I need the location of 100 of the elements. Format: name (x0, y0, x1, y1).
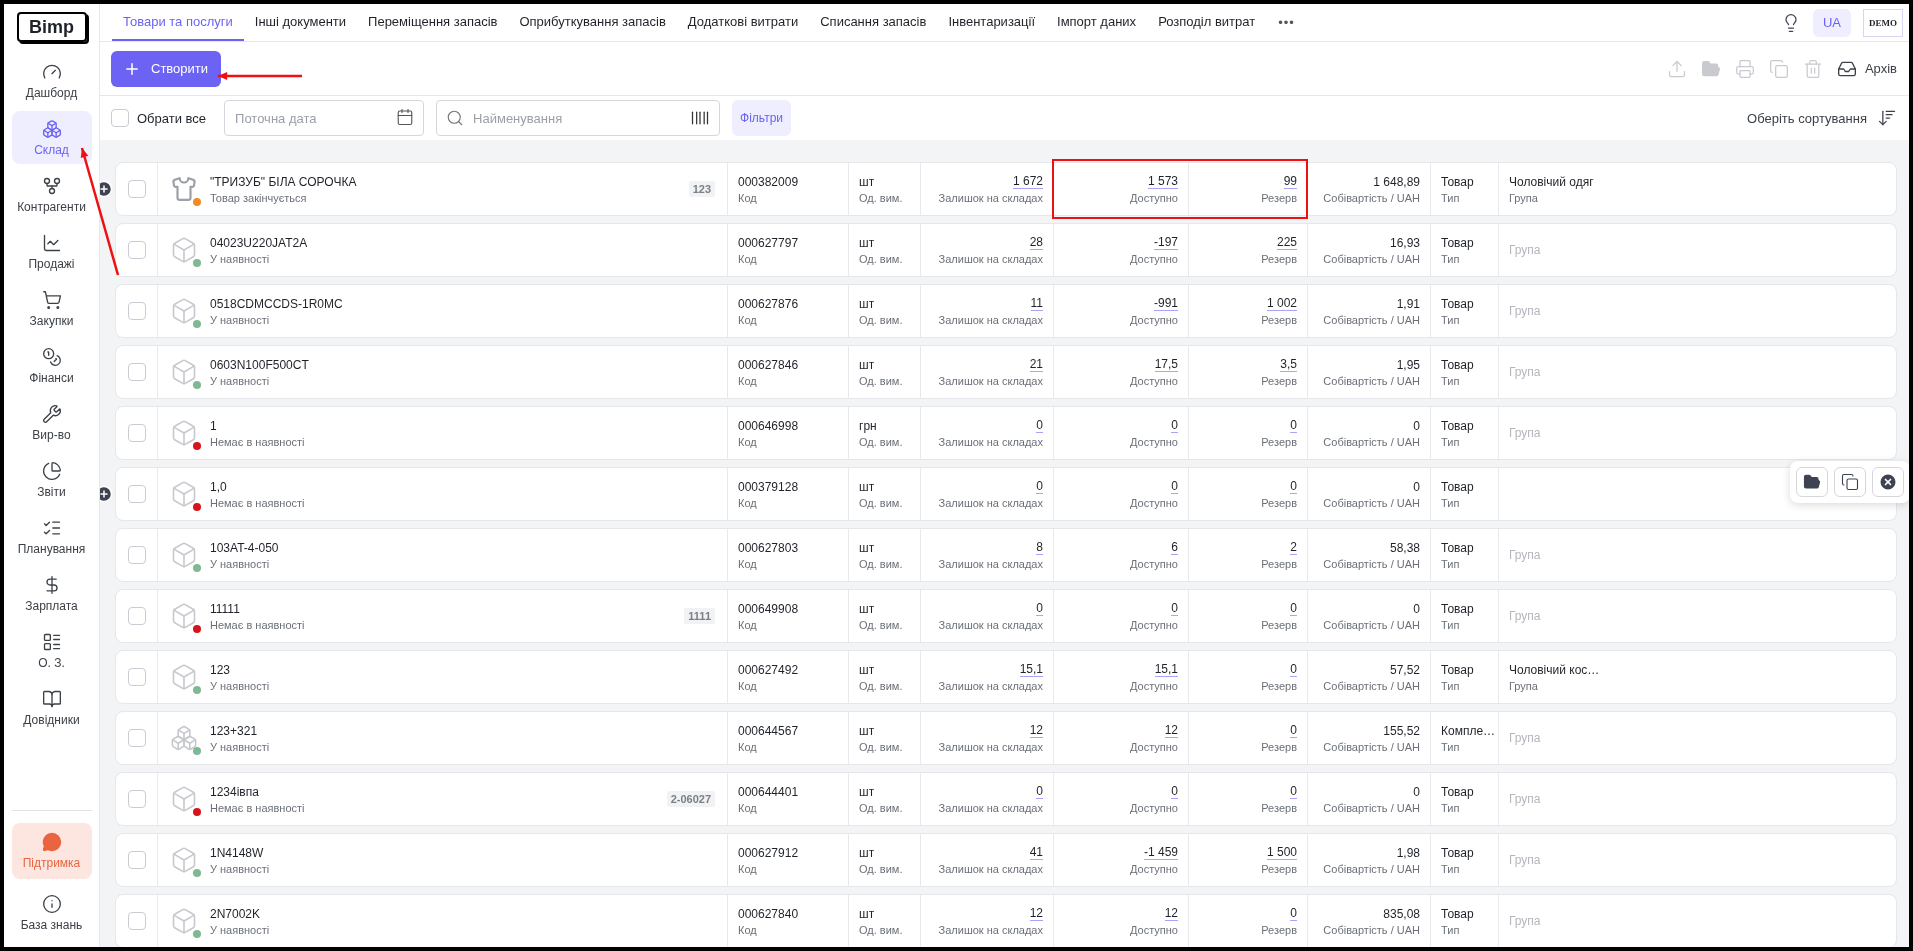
stock-value[interactable]: 0 (1036, 784, 1043, 799)
reserve-value[interactable]: 0 (1290, 601, 1297, 616)
tab[interactable]: Товари та послуги (112, 4, 244, 41)
checkbox[interactable] (127, 668, 146, 686)
sort-button[interactable]: Оберіть сортування (1747, 108, 1897, 128)
more-tabs-button[interactable]: ••• (1266, 4, 1307, 41)
product-row[interactable]: 1N4148W У наявності 000627912 Код шт Од. вим. 41 Залишок на складах -1 459 Доступно 1 500 Резерв 1,98 Собівартість / UAH Товар Тип Група (115, 833, 1897, 887)
reserve-value[interactable]: 0 (1290, 418, 1297, 433)
product-row[interactable]: 2N7002K У наявності 000627840 Код шт Од. вим. 12 Залишок на складах 12 Доступно 0 Резерв 835,08 Собівартість / UAH Товар Тип Група (115, 894, 1897, 947)
checkbox[interactable] (127, 912, 146, 930)
checkbox[interactable] (127, 790, 146, 808)
filters-button[interactable]: Фільтри (732, 100, 792, 136)
checkbox[interactable] (111, 109, 129, 127)
checkbox[interactable] (127, 302, 146, 320)
available-value[interactable]: 6 (1171, 540, 1178, 555)
expand-button[interactable] (100, 180, 113, 198)
upload-button[interactable] (1666, 58, 1687, 79)
create-button[interactable]: Створити (111, 50, 221, 87)
product-row[interactable]: 103AT-4-050 У наявності 000627803 Код шт Од. вим. 8 Залишок на складах 6 Доступно 2 Резерв 58,38 Собівартість / UAH Товар Тип Група (115, 528, 1897, 582)
sidebar-item[interactable]: Зарплата (11, 567, 92, 620)
reserve-value[interactable]: 0 (1290, 906, 1297, 921)
language-button[interactable]: UA (1813, 8, 1851, 37)
tab[interactable]: Розподіл витрат (1147, 4, 1267, 41)
reserve-value[interactable]: 1 500 (1266, 845, 1297, 860)
reserve-value[interactable]: 0 (1290, 723, 1297, 738)
search-field[interactable]: Найменування (436, 100, 721, 136)
tab[interactable]: Переміщення запасів (357, 4, 509, 41)
reserve-value[interactable]: 99 (1283, 174, 1297, 189)
archive-button[interactable]: Архів (1836, 58, 1897, 79)
sidebar-item[interactable]: Вир-во (11, 396, 92, 449)
tab[interactable]: Інвентаризації (937, 4, 1047, 41)
available-value[interactable]: 0 (1171, 601, 1178, 616)
folder-button[interactable] (1700, 58, 1721, 79)
date-field[interactable]: Поточна дата (224, 100, 425, 136)
checkbox[interactable] (127, 851, 146, 869)
print-button[interactable] (1734, 58, 1755, 79)
sidebar-item[interactable]: Продажі (11, 225, 92, 278)
checkbox[interactable] (127, 607, 146, 625)
stock-value[interactable]: 21 (1029, 357, 1043, 372)
tab[interactable]: Додаткові витрати (676, 4, 810, 41)
sidebar-item[interactable]: Дашборд (11, 54, 92, 107)
checkbox[interactable] (127, 729, 146, 747)
product-row[interactable]: 0603N100F500CT У наявності 000627846 Код шт Од. вим. 21 Залишок на складах 17,5 Доступно 3,5 Резерв 1,95 Собівартість / UAH Товар Тип Група (115, 345, 1897, 399)
stock-value[interactable]: 1 672 (1012, 174, 1043, 189)
stock-value[interactable]: 12 (1029, 723, 1043, 738)
reserve-value[interactable]: 225 (1276, 235, 1297, 250)
checkbox[interactable] (127, 180, 146, 198)
available-value[interactable]: 0 (1171, 418, 1178, 433)
reserve-value[interactable]: 0 (1290, 662, 1297, 677)
sidebar-item[interactable]: Планування (11, 510, 92, 563)
available-value[interactable]: -991 (1153, 296, 1178, 311)
open-folder-button[interactable] (1796, 467, 1828, 497)
checkbox[interactable] (127, 241, 146, 259)
sidebar-item[interactable]: Довідники (11, 681, 92, 734)
sidebar-item[interactable]: Контрагенти (11, 168, 92, 221)
available-value[interactable]: -197 (1153, 235, 1178, 250)
stock-value[interactable]: 0 (1036, 601, 1043, 616)
sidebar-item[interactable]: Склад (11, 111, 92, 164)
reserve-value[interactable]: 0 (1290, 784, 1297, 799)
delete-button[interactable] (1802, 58, 1823, 79)
product-row[interactable]: 0518CDMCCDS-1R0MC У наявності 000627876 Код шт Од. вим. 11 Залишок на складах -991 Доступно 1 002 Резерв 1,91 Собівартість / UAH Товар Тип Група (115, 284, 1897, 338)
available-value[interactable]: 12 (1164, 723, 1178, 738)
sidebar-item[interactable]: Звіти (11, 453, 92, 506)
available-value[interactable]: 12 (1164, 906, 1178, 921)
account-logo[interactable]: DEMO (1863, 8, 1903, 37)
product-row[interactable]: 04023U220JAT2A У наявності 000627797 Код шт Од. вим. 28 Залишок на складах -197 Доступно 225 Резерв 16,93 Собівартість / UAH Товар Тип Група (115, 223, 1897, 277)
reserve-value[interactable]: 1 002 (1266, 296, 1297, 311)
expand-button[interactable] (100, 485, 113, 503)
available-value[interactable]: -1 459 (1143, 845, 1178, 860)
checkbox[interactable] (127, 424, 146, 442)
tab[interactable]: Списання запасів (809, 4, 938, 41)
available-value[interactable]: 0 (1171, 784, 1178, 799)
sidebar-item[interactable]: Закупки (11, 282, 92, 335)
stock-value[interactable]: 15,1 (1019, 662, 1043, 677)
product-row[interactable]: 1234івпа Немає в наявності 2-06027 000644401 Код шт Од. вим. 0 Залишок на складах 0 Доступно 0 Резерв 0 Собівартість / UAH Товар Тип Група (115, 772, 1897, 826)
tab[interactable]: Оприбуткування запасів (508, 4, 677, 41)
reserve-value[interactable]: 2 (1290, 540, 1297, 555)
available-value[interactable]: 15,1 (1154, 662, 1178, 677)
checkbox[interactable] (127, 485, 146, 503)
product-row[interactable]: 123 У наявності 000627492 Код шт Од. вим. 15,1 Залишок на складах 15,1 Доступно 0 Резерв 57,52 Собівартість / UAH Товар Тип Чоловічий кос… Група (115, 650, 1897, 704)
copy-button[interactable] (1834, 467, 1866, 497)
tab[interactable]: Інші документи (243, 4, 358, 41)
sidebar-item[interactable]: О. З. (11, 624, 92, 677)
stock-value[interactable]: 0 (1036, 418, 1043, 433)
stock-value[interactable]: 8 (1036, 540, 1043, 555)
sidebar-item[interactable]: Фінанси (11, 339, 92, 392)
stock-value[interactable]: 11 (1030, 296, 1043, 311)
app-logo[interactable]: Bimp (16, 12, 87, 42)
available-value[interactable]: 0 (1171, 479, 1178, 494)
checkbox[interactable] (127, 546, 146, 564)
stock-value[interactable]: 41 (1029, 845, 1043, 860)
reserve-value[interactable]: 3,5 (1280, 357, 1297, 372)
sidebar-item[interactable]: База знань (11, 885, 92, 941)
checkbox[interactable] (127, 363, 146, 381)
available-value[interactable]: 1 573 (1147, 174, 1178, 189)
product-row[interactable]: 123+321 У наявності 000644567 Код шт Од. вим. 12 Залишок на складах 12 Доступно 0 Резерв 155,52 Собівартість / UAH Компле… Тип Група (115, 711, 1897, 765)
stock-value[interactable]: 12 (1029, 906, 1043, 921)
reserve-value[interactable]: 0 (1290, 479, 1297, 494)
stock-value[interactable]: 0 (1036, 479, 1043, 494)
stock-value[interactable]: 28 (1029, 235, 1043, 250)
